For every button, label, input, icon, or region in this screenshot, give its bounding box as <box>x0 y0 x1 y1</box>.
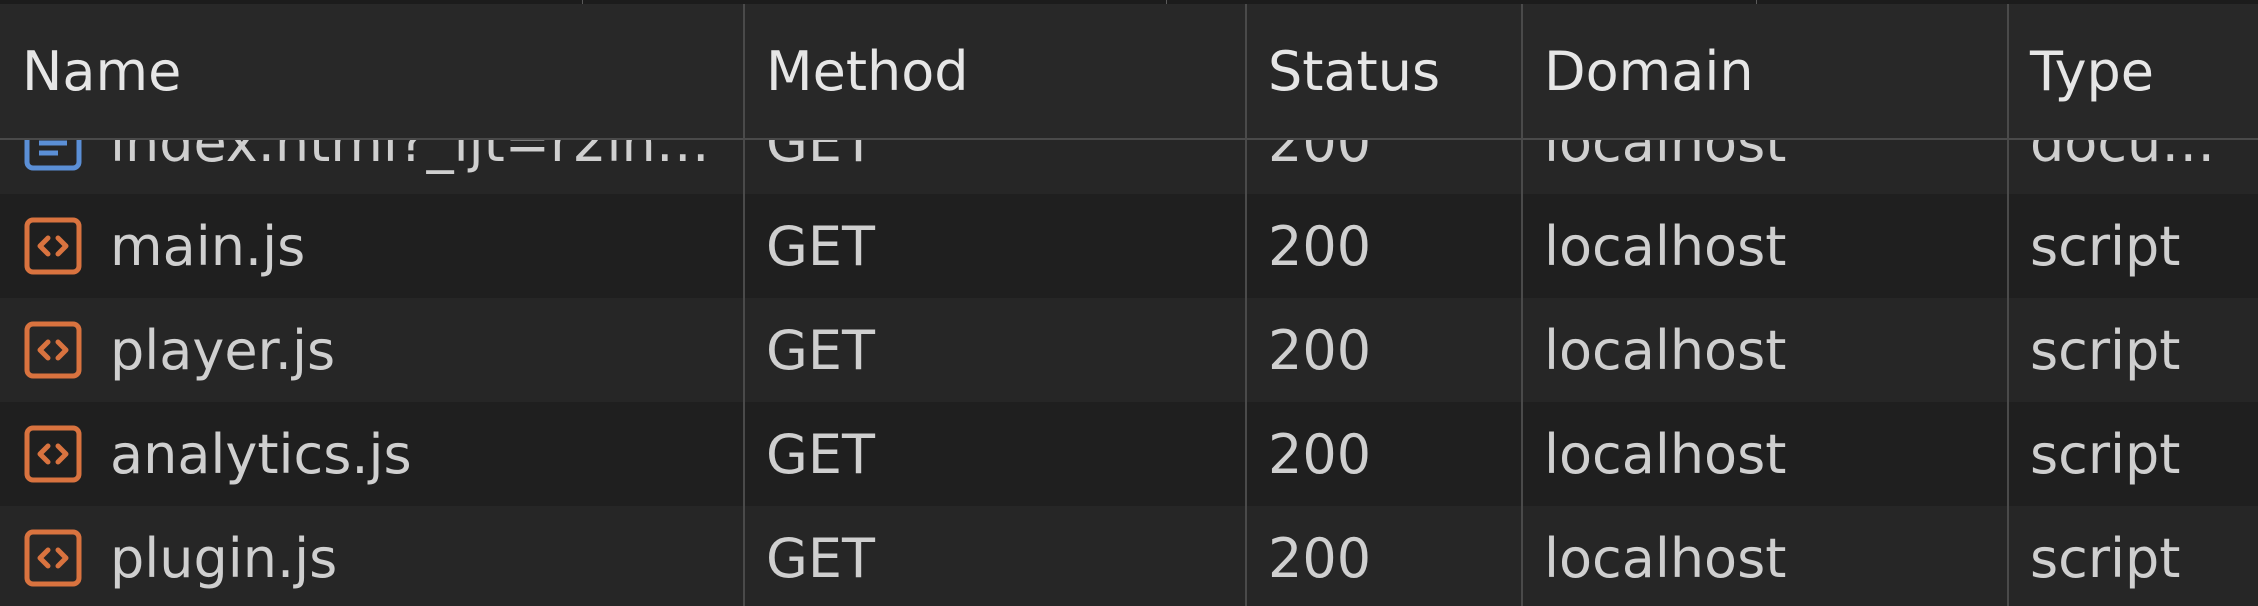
request-type: script <box>2030 214 2181 278</box>
request-type: script <box>2030 318 2181 382</box>
column-header-type-label: Type <box>2030 39 2155 103</box>
request-method: GET <box>766 422 875 486</box>
request-name-cell: index.html?_ijt=r2in… <box>0 140 744 194</box>
column-header-status-label: Status <box>1268 39 1441 103</box>
request-name-cell: plugin.js <box>0 506 744 606</box>
document-icon <box>24 140 82 171</box>
request-name-cell: analytics.js <box>0 402 744 506</box>
request-domain: localhost <box>1544 422 1787 486</box>
script-icon <box>24 425 82 483</box>
request-status: 200 <box>1268 526 1372 590</box>
column-header-method-label: Method <box>766 39 969 103</box>
column-header-type[interactable]: Type <box>2008 4 2258 138</box>
column-header-name-label: Name <box>22 39 182 103</box>
request-name: plugin.js <box>110 526 338 590</box>
column-header-name[interactable]: Name <box>0 4 744 138</box>
request-method: GET <box>766 214 875 278</box>
request-name: analytics.js <box>110 422 412 486</box>
request-method: GET <box>766 140 875 174</box>
request-name: main.js <box>110 214 306 278</box>
request-row[interactable]: player.js GET 200 localhost script <box>0 298 2258 402</box>
request-row[interactable]: plugin.js GET 200 localhost script <box>0 506 2258 606</box>
request-status: 200 <box>1268 214 1372 278</box>
script-icon <box>24 321 82 379</box>
request-status: 200 <box>1268 422 1372 486</box>
request-domain: localhost <box>1544 140 1787 174</box>
table-header: Name Method Status Domain Type <box>0 4 2258 140</box>
column-header-domain[interactable]: Domain <box>1522 4 2008 138</box>
request-row[interactable]: analytics.js GET 200 localhost script <box>0 402 2258 506</box>
request-type: script <box>2030 422 2181 486</box>
request-name-cell: player.js <box>0 298 744 402</box>
request-domain: localhost <box>1544 214 1787 278</box>
column-resize-handle[interactable] <box>1245 4 1247 606</box>
column-resize-handle[interactable] <box>1521 4 1523 606</box>
column-header-method[interactable]: Method <box>744 4 1246 138</box>
request-name: player.js <box>110 318 336 382</box>
column-header-status[interactable]: Status <box>1246 4 1522 138</box>
request-name-cell: main.js <box>0 194 744 298</box>
request-status: 200 <box>1268 318 1372 382</box>
request-row[interactable]: index.html?_ijt=r2in… GET 200 localhost … <box>0 140 2258 194</box>
network-requests-panel: Name Method Status Domain Type index.htm… <box>0 0 2258 606</box>
request-type: docu… <box>2030 140 2216 174</box>
column-resize-handle[interactable] <box>743 4 745 606</box>
script-icon <box>24 217 82 275</box>
request-name: index.html?_ijt=r2in… <box>110 140 710 174</box>
column-resize-handle[interactable] <box>2007 4 2009 606</box>
request-domain: localhost <box>1544 318 1787 382</box>
request-domain: localhost <box>1544 526 1787 590</box>
request-method: GET <box>766 526 875 590</box>
request-row[interactable]: main.js GET 200 localhost script <box>0 194 2258 298</box>
request-method: GET <box>766 318 875 382</box>
request-list: index.html?_ijt=r2in… GET 200 localhost … <box>0 140 2258 606</box>
script-icon <box>24 529 82 587</box>
column-header-domain-label: Domain <box>1544 39 1754 103</box>
request-status: 200 <box>1268 140 1372 174</box>
request-type: script <box>2030 526 2181 590</box>
